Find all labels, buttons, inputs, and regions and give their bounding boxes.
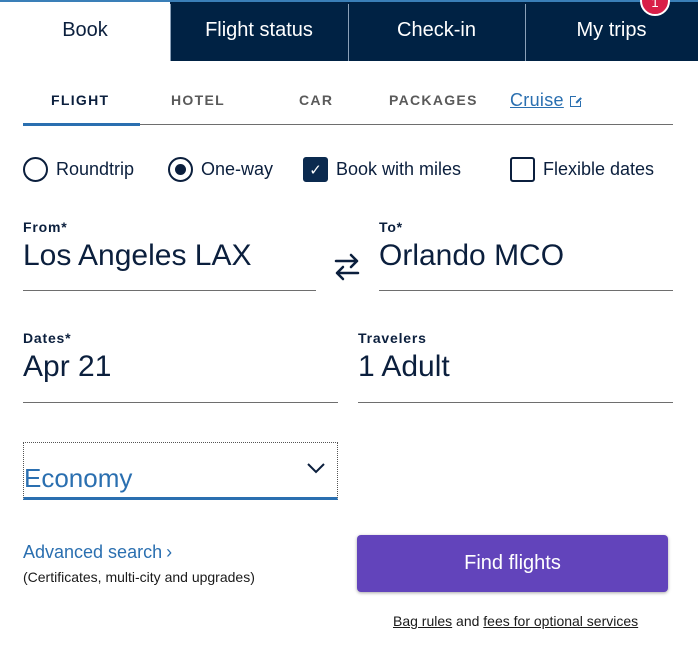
dates-label: Dates* bbox=[23, 330, 72, 346]
cruise-label: Cruise bbox=[510, 90, 564, 110]
advanced-search-link[interactable]: Advanced search › bbox=[23, 542, 172, 563]
footer-links: Bag rules and fees for optional services bbox=[393, 613, 638, 629]
tab-book[interactable]: Book bbox=[0, 0, 170, 61]
tab-my-trips-label: My trips bbox=[576, 19, 647, 41]
travelers-label: Travelers bbox=[358, 330, 427, 346]
swap-arrows-icon[interactable] bbox=[333, 252, 361, 282]
chevron-right-icon: › bbox=[166, 542, 173, 562]
external-link-icon bbox=[569, 95, 582, 107]
booking-type-tabs: FLIGHT HOTEL CAR PACKAGES Cruise bbox=[23, 84, 673, 126]
footer-and-text: and bbox=[452, 613, 484, 629]
one-way-label: One-way bbox=[201, 159, 274, 179]
to-field[interactable]: To* Orlando MCO bbox=[379, 219, 673, 291]
find-flights-button[interactable]: Find flights bbox=[357, 535, 668, 592]
advanced-search-label: Advanced search bbox=[23, 542, 163, 562]
dates-value[interactable]: Apr 21 bbox=[23, 350, 338, 384]
roundtrip-radio[interactable]: Roundtrip bbox=[23, 157, 134, 182]
subtab-flight[interactable]: FLIGHT bbox=[51, 92, 109, 108]
tab-check-in-label: Check-in bbox=[397, 19, 476, 41]
from-value[interactable]: Los Angeles LAX bbox=[23, 239, 316, 273]
tab-check-in[interactable]: Check-in bbox=[348, 0, 525, 61]
subtab-packages[interactable]: PACKAGES bbox=[389, 92, 478, 108]
advanced-search-subtext: (Certificates, multi-city and upgrades) bbox=[23, 569, 255, 585]
tab-flight-status[interactable]: Flight status bbox=[170, 0, 348, 61]
checkbox-empty-icon bbox=[510, 157, 535, 182]
bag-rules-link[interactable]: Bag rules bbox=[393, 613, 452, 629]
subtab-car[interactable]: CAR bbox=[299, 92, 333, 108]
travelers-value[interactable]: 1 Adult bbox=[358, 350, 673, 384]
book-with-miles-label: Book with miles bbox=[336, 159, 462, 179]
subtab-cruise-link[interactable]: Cruise bbox=[510, 90, 582, 111]
from-label: From* bbox=[23, 219, 68, 235]
active-tab-indicator bbox=[23, 123, 140, 126]
from-field[interactable]: From* Los Angeles LAX bbox=[23, 219, 316, 291]
tab-book-label: Book bbox=[62, 19, 108, 41]
one-way-radio[interactable]: One-way bbox=[168, 157, 273, 182]
top-tab-bar: Book Flight status Check-in My trips 1 bbox=[0, 0, 698, 61]
to-value[interactable]: Orlando MCO bbox=[379, 239, 673, 273]
flexible-dates-checkbox[interactable]: Flexible dates bbox=[510, 157, 654, 182]
radio-unchecked-icon bbox=[23, 157, 48, 182]
roundtrip-label: Roundtrip bbox=[56, 159, 135, 179]
cabin-value: Economy bbox=[24, 463, 133, 493]
chevron-down-icon bbox=[307, 463, 325, 474]
notification-badge: 1 bbox=[640, 0, 670, 16]
book-with-miles-checkbox[interactable]: ✓ Book with miles bbox=[303, 157, 461, 182]
subtab-hotel[interactable]: HOTEL bbox=[171, 92, 225, 108]
flexible-dates-label: Flexible dates bbox=[543, 159, 655, 179]
travelers-field[interactable]: Travelers 1 Adult bbox=[358, 330, 673, 403]
dates-field[interactable]: Dates* Apr 21 bbox=[23, 330, 338, 403]
optional-fees-link[interactable]: fees for optional services bbox=[483, 613, 638, 629]
radio-checked-icon bbox=[168, 157, 193, 182]
tab-flight-status-label: Flight status bbox=[205, 19, 313, 41]
checkmark-icon: ✓ bbox=[303, 157, 328, 182]
cabin-select[interactable]: Economy bbox=[23, 442, 338, 500]
tab-my-trips[interactable]: My trips 1 bbox=[525, 0, 698, 61]
to-label: To* bbox=[379, 219, 403, 235]
